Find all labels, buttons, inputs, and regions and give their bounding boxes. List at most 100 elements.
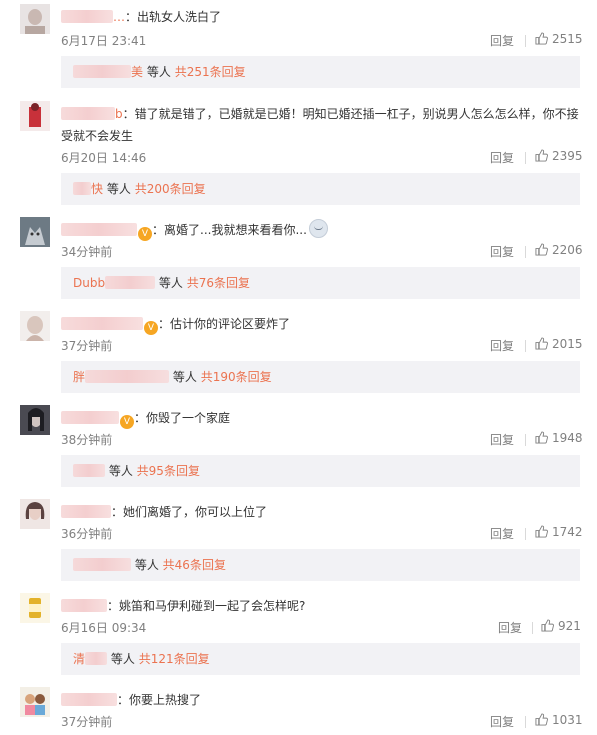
avatar[interactable] [20, 101, 50, 131]
sub-replies-box[interactable]: 美 等人 共251条回复 [61, 56, 580, 88]
divider [525, 528, 526, 540]
like-button[interactable]: 2015 [535, 337, 583, 351]
sub-reply-user[interactable]: Dubb [73, 276, 105, 290]
sub-reply-total-link[interactable]: 共95条回复 [137, 464, 200, 478]
thumbs-up-icon [535, 243, 548, 256]
divider [525, 35, 526, 47]
comment-content: ：错了就是错了，已婚就是已婚！明知已婚还插一杠子，别说男人怎么怎么样，你不接受就… [61, 107, 579, 143]
vip-badge-icon: V [144, 321, 158, 335]
comment-content: ：姚笛和马伊利碰到一起了会怎样呢? [107, 599, 306, 613]
comment-content: ：出轨女人洗白了 [125, 10, 222, 24]
avatar[interactable] [20, 593, 50, 623]
username-link[interactable] [61, 313, 143, 335]
like-button[interactable]: 2395 [535, 149, 583, 163]
thumbs-up-icon [535, 525, 548, 538]
sub-reply-users-suffix: 等人 [106, 182, 131, 196]
avatar[interactable] [20, 687, 50, 717]
avatar[interactable] [20, 217, 50, 247]
username-link[interactable]: … [61, 6, 125, 28]
like-count: 2395 [552, 149, 583, 163]
comment-text: V ：估计你的评论区要炸了 [61, 313, 583, 335]
username-link[interactable] [61, 501, 111, 523]
avatar[interactable] [20, 499, 50, 529]
like-button[interactable]: 2515 [535, 32, 583, 46]
thumbs-up-icon [535, 713, 548, 726]
like-count: 1031 [552, 713, 583, 727]
sub-reply-user[interactable]: 清 [73, 652, 85, 666]
sub-replies-box[interactable]: 等人 共46条回复 [61, 549, 580, 581]
reply-button[interactable]: 回复 [490, 243, 514, 260]
reply-button[interactable]: 回复 [498, 619, 522, 636]
thumbs-up-icon [535, 431, 548, 444]
sub-reply-users-suffix: 等人 [108, 464, 133, 478]
reply-button[interactable]: 回复 [490, 32, 514, 49]
like-count: 2206 [552, 243, 583, 257]
divider [525, 716, 526, 728]
comment-content: ：离婚了...我就想来看看你... [152, 223, 307, 237]
like-button[interactable]: 921 [541, 619, 581, 633]
sub-replies-box[interactable]: 胖 等人 共190条回复 [61, 361, 580, 393]
comment-content: ：你毁了一个家庭 [134, 411, 231, 425]
reply-button[interactable]: 回复 [490, 337, 514, 354]
avatar[interactable] [20, 4, 50, 34]
like-button[interactable]: 2206 [535, 243, 583, 257]
comment-text: V ：你毁了一个家庭 [61, 407, 583, 429]
comment-text: ：她们离婚了，你可以上位了 [61, 501, 583, 523]
divider [532, 622, 533, 634]
sub-reply-total-link[interactable]: 共46条回复 [163, 558, 226, 572]
comment-text: V ：离婚了...我就想来看看你... [61, 219, 583, 241]
vip-badge-icon: V [120, 415, 134, 429]
sub-reply-total-link[interactable]: 共76条回复 [187, 276, 250, 290]
vip-badge-icon: V [138, 227, 152, 241]
username-link[interactable] [61, 407, 119, 429]
sub-reply-total-link[interactable]: 共251条回复 [175, 65, 246, 79]
reply-button[interactable]: 回复 [490, 525, 514, 542]
comment-content: ：你要上热搜了 [117, 693, 202, 707]
comment-time: 6月20日 14:46 [61, 151, 147, 165]
sub-replies-box[interactable]: Dubb 等人 共76条回复 [61, 267, 580, 299]
reply-button[interactable]: 回复 [490, 713, 514, 730]
username-link[interactable] [61, 595, 107, 617]
comment-text: …：出轨女人洗白了 [61, 6, 583, 28]
sub-reply-total-link[interactable]: 共200条回复 [135, 182, 206, 196]
sub-reply-user[interactable]: 胖 [73, 370, 85, 384]
divider [525, 340, 526, 352]
comment-time: 36分钟前 [61, 527, 113, 541]
like-button[interactable]: 1031 [535, 713, 583, 727]
sub-reply-total-link[interactable]: 共121条回复 [139, 652, 210, 666]
reply-button[interactable]: 回复 [490, 431, 514, 448]
avatar[interactable] [20, 311, 50, 341]
sub-reply-user[interactable]: 快 [91, 182, 103, 196]
comment-time: 34分钟前 [61, 245, 113, 259]
sub-reply-user[interactable]: 美 [131, 65, 143, 79]
thumbs-up-icon [541, 619, 554, 632]
thumbs-up-icon [535, 32, 548, 45]
emoji-icon [308, 219, 328, 238]
like-count: 921 [558, 619, 581, 633]
sub-reply-total-link[interactable]: 共190条回复 [201, 370, 272, 384]
avatar[interactable] [20, 405, 50, 435]
divider [525, 434, 526, 446]
comment-text: ：你要上热搜了 [61, 689, 583, 711]
comment-text: ：姚笛和马伊利碰到一起了会怎样呢? [61, 595, 583, 617]
like-button[interactable]: 1948 [535, 431, 583, 445]
username-link[interactable] [61, 219, 137, 241]
like-count: 1742 [552, 525, 583, 539]
username-link[interactable] [61, 689, 117, 711]
sub-replies-box[interactable]: 等人 共95条回复 [61, 455, 580, 487]
sub-replies-box[interactable]: 清 等人 共121条回复 [61, 643, 580, 675]
comment-time: 6月17日 23:41 [61, 34, 147, 48]
sub-reply-users-suffix: 等人 [172, 370, 197, 384]
like-button[interactable]: 1742 [535, 525, 583, 539]
comment-time: 37分钟前 [61, 339, 113, 353]
thumbs-up-icon [535, 337, 548, 350]
like-count: 2515 [552, 32, 583, 46]
sub-reply-users-suffix: 等人 [110, 652, 135, 666]
username-link[interactable]: b [61, 103, 123, 125]
comment-time: 6月16日 09:34 [61, 621, 147, 635]
divider [525, 152, 526, 164]
comment-time: 38分钟前 [61, 433, 113, 447]
sub-replies-box[interactable]: 快 等人 共200条回复 [61, 173, 580, 205]
reply-button[interactable]: 回复 [490, 149, 514, 166]
like-count: 1948 [552, 431, 583, 445]
